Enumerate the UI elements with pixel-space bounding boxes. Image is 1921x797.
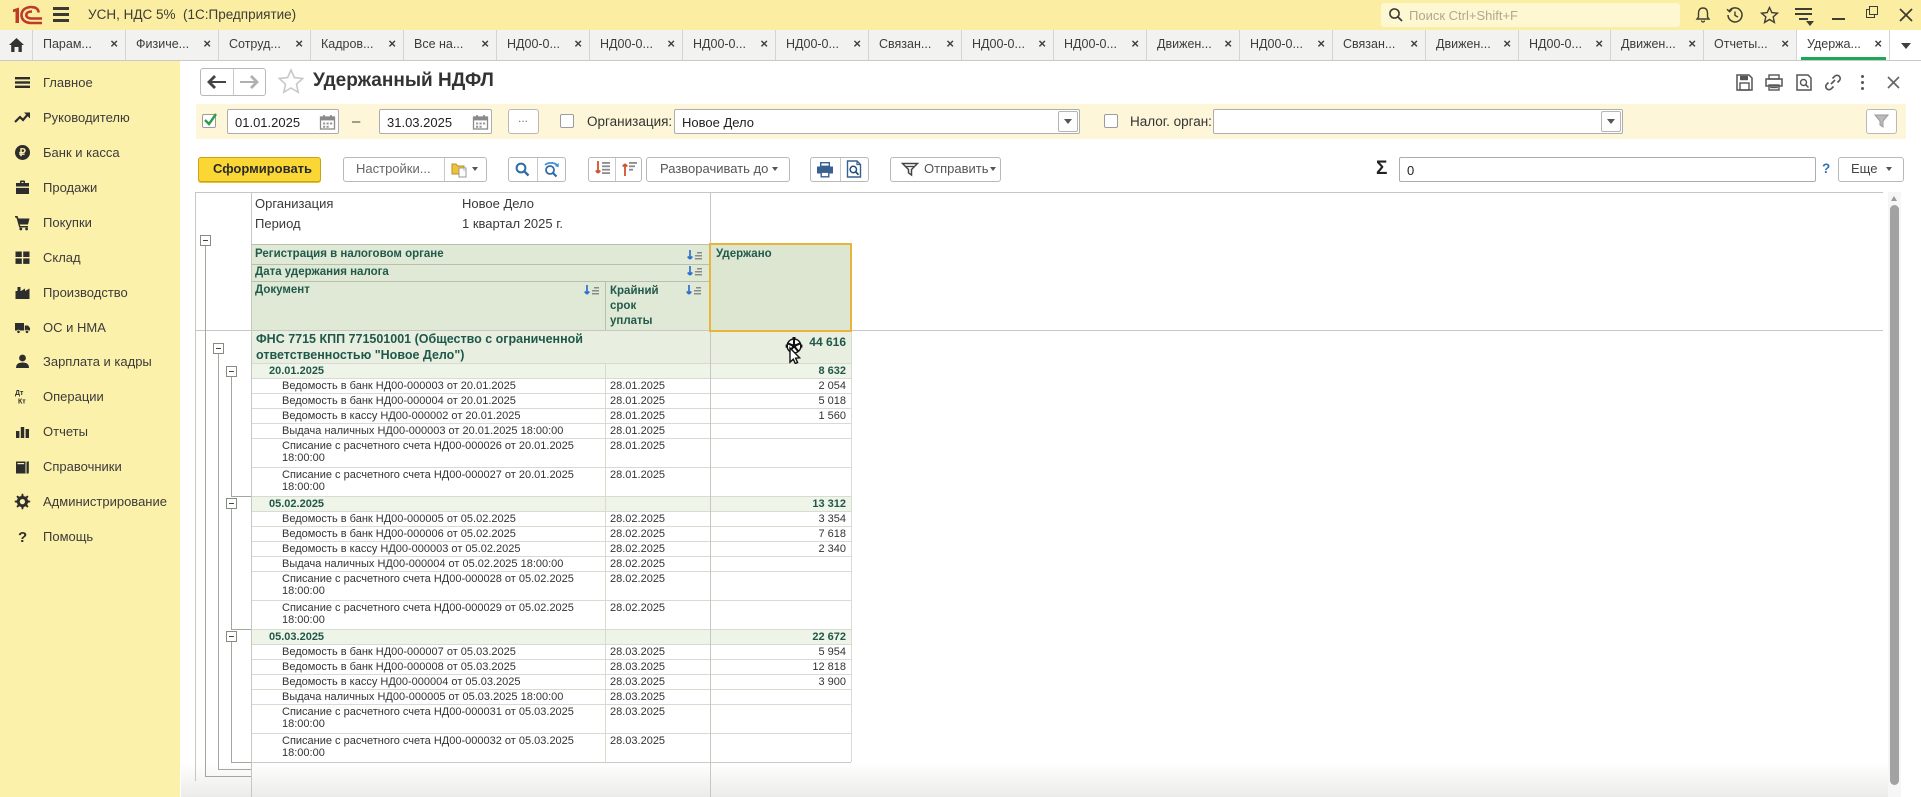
svg-text:Дт: Дт — [15, 390, 24, 397]
svg-text:?: ? — [18, 529, 27, 545]
svg-text:₽: ₽ — [19, 147, 26, 159]
svg-text:Кт: Кт — [18, 399, 26, 406]
